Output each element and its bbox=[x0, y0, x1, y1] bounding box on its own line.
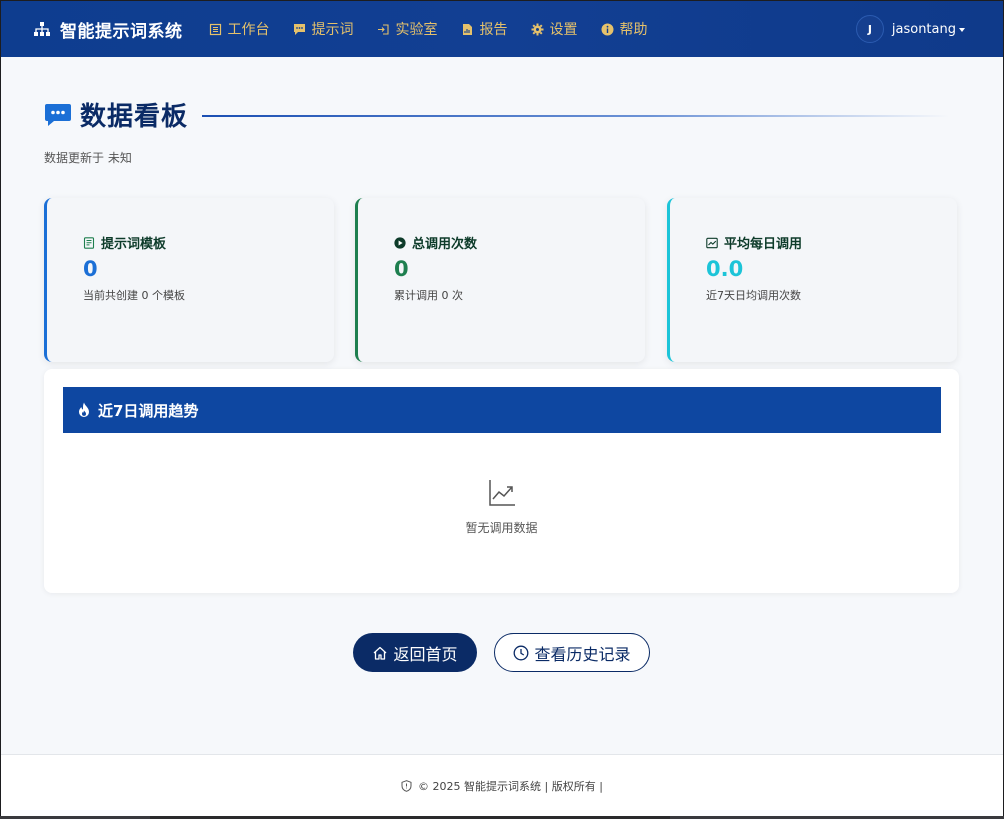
clock-icon bbox=[513, 645, 529, 661]
fire-icon bbox=[77, 402, 91, 418]
avatar: J bbox=[855, 15, 884, 43]
title-divider bbox=[202, 114, 949, 117]
enter-icon bbox=[377, 23, 390, 36]
gear-icon bbox=[531, 23, 544, 36]
button-label: 返回首页 bbox=[393, 644, 458, 664]
chevron-down-icon bbox=[959, 27, 965, 32]
copyright-text: © 2025 智能提示词系统 | 版权所有 | bbox=[418, 780, 603, 793]
nav-label: 设置 bbox=[549, 22, 578, 38]
nav-item-workbench[interactable]: 工作台 bbox=[209, 19, 270, 39]
update-status: 数据更新于 未知 bbox=[44, 151, 132, 165]
app-window: 智能提示词系统 工作台 提示词 实验室 报告 设置 帮助 J jasontang… bbox=[1, 1, 1003, 816]
document-icon bbox=[83, 236, 95, 249]
page-title: 数据看板 bbox=[80, 102, 189, 132]
nav-label: 提示词 bbox=[311, 22, 354, 38]
nav-item-lab[interactable]: 实验室 bbox=[377, 19, 438, 39]
brand[interactable]: 智能提示词系统 bbox=[33, 17, 183, 42]
graph-up-icon bbox=[488, 479, 516, 507]
stat-card-total-calls: 总调用次数 0 累计调用 0 次 bbox=[355, 198, 645, 362]
sitemap-icon bbox=[33, 20, 51, 38]
stat-card-daily-average: 平均每日调用 0.0 近7天日均调用次数 bbox=[667, 198, 957, 362]
nav-menu: 工作台 提示词 实验室 报告 设置 帮助 bbox=[209, 19, 671, 39]
card-description: 近7天日均调用次数 bbox=[706, 289, 801, 302]
trend-title: 近7日调用趋势 bbox=[98, 401, 199, 420]
card-header: 总调用次数 bbox=[394, 233, 477, 252]
nav-item-prompts[interactable]: 提示词 bbox=[293, 19, 354, 39]
card-value: 0.0 bbox=[706, 257, 744, 281]
workbench-icon bbox=[209, 23, 222, 36]
stat-card-templates: 提示词模板 0 当前共创建 0 个模板 bbox=[44, 198, 334, 362]
nav-item-report[interactable]: 报告 bbox=[461, 19, 508, 39]
card-header: 平均每日调用 bbox=[706, 233, 802, 252]
view-history-button[interactable]: 查看历史记录 bbox=[494, 633, 650, 672]
card-title: 提示词模板 bbox=[101, 237, 167, 252]
info-icon bbox=[601, 23, 614, 36]
card-description: 当前共创建 0 个模板 bbox=[83, 289, 185, 302]
card-title: 平均每日调用 bbox=[724, 237, 803, 252]
user-menu[interactable]: J jasontang bbox=[855, 15, 965, 43]
nav-label: 帮助 bbox=[619, 22, 648, 38]
report-icon bbox=[461, 23, 474, 36]
nav-label: 工作台 bbox=[227, 22, 270, 38]
top-navbar: 智能提示词系统 工作台 提示词 实验室 报告 设置 帮助 J jasontang bbox=[1, 1, 1003, 57]
trend-header: 近7日调用趋势 bbox=[63, 387, 941, 433]
nav-label: 实验室 bbox=[395, 22, 438, 38]
card-value: 0 bbox=[394, 257, 409, 281]
shield-icon bbox=[401, 780, 412, 792]
chat-dots-icon bbox=[44, 101, 72, 129]
empty-state-text: 暂无调用数据 bbox=[465, 521, 538, 535]
play-circle-icon bbox=[394, 236, 406, 249]
trend-panel: 近7日调用趋势 暂无调用数据 bbox=[44, 369, 959, 593]
username: jasontang bbox=[891, 21, 956, 37]
back-home-button[interactable]: 返回首页 bbox=[353, 633, 477, 672]
footer: © 2025 智能提示词系统 | 版权所有 | bbox=[1, 754, 1003, 816]
chat-icon bbox=[293, 23, 306, 36]
brand-title: 智能提示词系统 bbox=[60, 21, 183, 42]
card-description: 累计调用 0 次 bbox=[394, 289, 463, 302]
page-header: 数据看板 bbox=[44, 96, 949, 133]
card-title: 总调用次数 bbox=[412, 237, 478, 252]
nav-label: 报告 bbox=[479, 22, 508, 38]
card-value: 0 bbox=[83, 257, 98, 281]
card-header: 提示词模板 bbox=[83, 233, 166, 252]
chart-line-icon bbox=[706, 237, 718, 249]
button-label: 查看历史记录 bbox=[534, 644, 631, 664]
nav-item-help[interactable]: 帮助 bbox=[601, 19, 648, 39]
nav-item-settings[interactable]: 设置 bbox=[531, 19, 578, 39]
house-icon bbox=[372, 645, 388, 661]
